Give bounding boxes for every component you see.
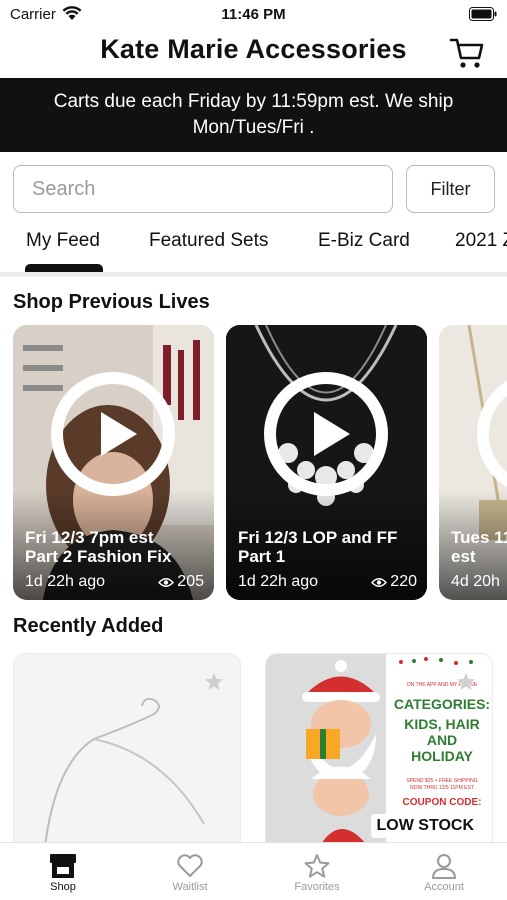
cart-icon[interactable] [449,36,485,70]
live-title-line2: Part 2 Fashion Fix [25,547,172,566]
tab-e-biz-card[interactable]: E-Biz Card [318,230,410,252]
app-header: Kate Marie Accessories [0,28,507,76]
tabbar-label: Shop [50,881,76,893]
eye-icon [158,577,175,587]
live-title-line1: Tues 11 [451,528,507,547]
favorite-star-icon[interactable] [204,672,224,692]
live-card[interactable]: Fri 12/3 7pm est Part 2 Fashion Fix 1d 2… [13,325,214,600]
tabbar-waitlist[interactable]: Waitlist [127,843,253,900]
section-title-recently-added: Recently Added [13,615,164,637]
filter-button[interactable]: Filter [406,165,495,213]
tabs-divider [0,272,507,277]
promo-line: AND [426,732,458,748]
tabbar-account[interactable]: Account [381,843,507,900]
announcement-banner: Carts due each Friday by 11:59pm est. We… [0,78,507,152]
bottom-tab-bar: Shop Waitlist Favorites Account [0,842,507,900]
views-count: 220 [390,573,417,590]
eye-icon [371,577,388,587]
category-tabs: My Feed Featured Sets E-Biz Card 2021 Z [0,222,507,274]
live-title-line2: est [451,547,476,566]
tabbar-label: Account [424,881,464,893]
search-row: Filter [13,165,495,213]
promo-small-text: SPEND $25 + FREE SHIPPING NOW THRU 12/5 … [392,778,492,792]
status-bar: Carrier 11:46 PM [0,0,507,28]
live-age: 1d 22h ago [25,573,106,590]
person-icon [432,854,456,879]
live-title-line1: Fri 12/3 7pm est [25,528,154,547]
play-triangle [101,412,137,456]
favorite-star-icon[interactable] [456,672,476,692]
product-card[interactable] [13,653,241,843]
promo-line: HOLIDAY [411,748,473,764]
promo-categories: KIDS, HAIR AND HOLIDAY [392,716,492,764]
tab-featured-sets[interactable]: Featured Sets [149,230,268,252]
live-card[interactable]: Fri 12/3 LOP and FF Part 1 1d 22h ago 22… [226,325,427,600]
low-stock-badge: LOW STOCK [370,814,480,838]
live-card[interactable]: Tues 11 est 4d 20h [439,325,507,600]
live-age: 4d 20h [451,573,500,590]
heart-icon [177,854,203,877]
battery-icon [469,7,497,26]
tabbar-favorites[interactable]: Favorites [254,843,380,900]
app-title: Kate Marie Accessories [100,34,407,64]
promo-line: KIDS, HAIR [404,716,480,732]
search-input[interactable] [13,165,393,213]
tabbar-label: Waitlist [172,881,208,893]
tab-my-feed[interactable]: My Feed [26,230,100,252]
promo-top-text: ON THE APP AND MY FB LIVE [406,682,478,688]
recently-added-carousel: ON THE APP AND MY FB LIVE CATEGORIES: KI… [0,653,507,843]
clock: 11:46 PM [221,6,286,23]
promo-coupon-label: COUPON CODE: [402,797,482,808]
promo-small-line: SPEND $25 + FREE SHIPPING [406,778,478,784]
tabbar-label: Favorites [294,881,340,893]
previous-lives-carousel: Fri 12/3 7pm est Part 2 Fashion Fix 1d 2… [0,325,507,601]
promo-heading: CATEGORIES: [393,696,491,712]
star-icon [304,854,330,878]
product-card[interactable]: ON THE APP AND MY FB LIVE CATEGORIES: KI… [265,653,493,843]
storefront-icon [50,854,76,878]
section-title-previous-lives: Shop Previous Lives [13,291,210,313]
promo-small-line: NOW THRU 12/5 11PM EST [410,785,474,791]
tabbar-shop[interactable]: Shop [0,843,126,900]
views-count: 205 [177,573,204,590]
tab-2021[interactable]: 2021 Z [455,230,507,252]
live-title-line2: Part 1 [238,547,286,566]
play-triangle [314,412,350,456]
live-views: 205 [158,573,204,591]
live-views: 220 [371,573,417,591]
live-title-line1: Fri 12/3 LOP and FF [238,528,398,547]
live-age: 1d 22h ago [238,573,319,590]
